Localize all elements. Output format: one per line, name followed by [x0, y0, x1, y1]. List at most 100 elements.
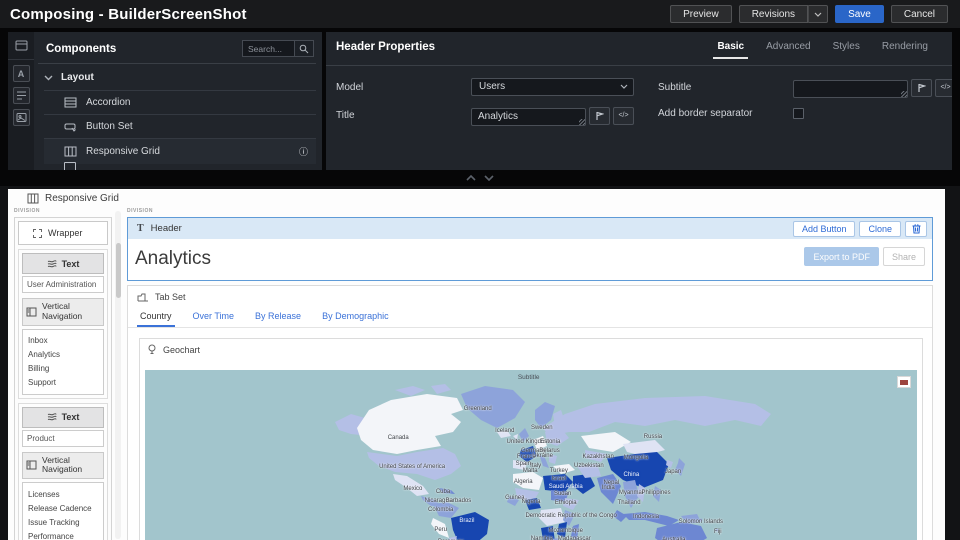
expression-editor-button[interactable] — [589, 107, 610, 125]
text-value[interactable]: User Administration — [22, 276, 104, 293]
map-country-label: Cuba — [436, 489, 450, 495]
model-select[interactable]: Users — [471, 78, 634, 96]
section-label: Layout — [61, 72, 94, 83]
text-category-icon[interactable]: A — [13, 65, 30, 82]
model-label: Model — [336, 82, 471, 93]
nav-item[interactable]: Support — [28, 376, 98, 390]
map-country-label: India — [602, 485, 615, 491]
responsive-grid-root[interactable]: Responsive Grid — [8, 189, 945, 208]
chevron-down-icon — [814, 12, 822, 17]
add-button-action[interactable]: Add Button — [793, 221, 856, 237]
components-panel-body: Components Layout Accordion Button Set R… — [34, 32, 322, 170]
component-item-button-set[interactable]: Button Set — [44, 114, 316, 138]
map-country-label: Saudi Arabia — [549, 484, 583, 490]
cancel-button[interactable]: Cancel — [891, 5, 948, 23]
map-country-label: Spain — [516, 461, 531, 467]
chart-menu-icon[interactable] — [897, 376, 911, 388]
collapse-up-icon[interactable] — [466, 175, 476, 181]
layout-section-header[interactable]: Layout — [34, 64, 322, 90]
collapse-down-icon[interactable] — [484, 175, 494, 181]
header-component-selected[interactable]: T Header Add Button Clone Analytics Expo… — [127, 217, 933, 281]
vertical-navigation-component[interactable]: Vertical Navigation — [22, 298, 104, 326]
tab-country[interactable]: Country — [140, 311, 172, 327]
map-country-label: Brazil — [459, 518, 474, 524]
navigation-items: Licenses Release Cadence Issue Tracking … — [22, 482, 104, 540]
subtitle-input[interactable] — [793, 80, 908, 98]
title-input[interactable] — [471, 108, 586, 126]
search-button[interactable] — [294, 40, 314, 57]
tab-by-demographic[interactable]: By Demographic — [322, 311, 389, 327]
tab-by-release[interactable]: By Release — [255, 311, 301, 327]
responsive-grid-icon — [64, 146, 77, 157]
map-country-label: Democratic Republic of the Congo — [525, 513, 616, 519]
text-component[interactable]: Text — [22, 407, 104, 428]
revisions-button[interactable]: Revisions — [739, 5, 808, 23]
map-country-label: Mexico — [403, 486, 422, 492]
save-button[interactable]: Save — [835, 5, 884, 23]
text-value[interactable]: Product — [22, 430, 104, 447]
nav-item[interactable]: Billing — [28, 362, 98, 376]
nav-item[interactable]: Performance — [28, 529, 98, 540]
code-view-button[interactable]: </> — [935, 79, 952, 97]
geochart-component[interactable]: Geochart — [139, 338, 923, 540]
revisions-split-button: Revisions — [739, 5, 828, 23]
chevron-down-icon — [44, 75, 53, 81]
navigation-items: Inbox Analytics Billing Support — [22, 329, 104, 395]
preview-button[interactable]: Preview — [670, 5, 732, 23]
tab-basic[interactable]: Basic — [717, 41, 744, 62]
nav-item[interactable]: Release Cadence — [28, 501, 98, 515]
text-component[interactable]: Text — [22, 253, 104, 274]
tab-advanced[interactable]: Advanced — [766, 41, 810, 62]
delete-component-button[interactable] — [905, 221, 927, 237]
map-country-label: United States of America — [379, 464, 445, 470]
components-panel: A Components Layout Accordion — [8, 32, 322, 170]
border-separator-label: Add border separator — [658, 108, 793, 119]
info-icon[interactable]: ⓘ — [299, 145, 308, 158]
nav-item[interactable]: Analytics — [28, 348, 98, 362]
vertical-navigation-component[interactable]: Vertical Navigation — [22, 452, 104, 480]
components-panel-title: Components — [46, 43, 116, 55]
tab-rendering[interactable]: Rendering — [882, 41, 928, 62]
form-fields-category-icon[interactable] — [13, 87, 30, 104]
layout-category-icon[interactable] — [13, 37, 30, 54]
text-icon — [47, 413, 57, 421]
tab-styles[interactable]: Styles — [833, 41, 860, 62]
map-country-label: Madagascar — [558, 536, 591, 540]
map-country-label: Philippines — [642, 490, 671, 496]
properties-panel-title: Header Properties — [336, 41, 435, 53]
border-separator-checkbox[interactable] — [793, 108, 804, 119]
properties-panel: Header Properties Basic Advanced Styles … — [326, 32, 952, 170]
grid-division-right: DIVISION T Header Add Button Clone Analy… — [127, 208, 933, 540]
chevron-down-icon — [620, 84, 628, 89]
page-title: Analytics — [135, 248, 211, 270]
title-label: Title — [336, 110, 471, 121]
map-country-label: Russia — [644, 434, 662, 440]
trash-icon — [912, 223, 921, 234]
canvas-frame: Responsive Grid DIVISION Wrapper Text Us… — [0, 186, 960, 540]
component-search-input[interactable] — [242, 40, 294, 57]
code-view-button[interactable]: </> — [613, 107, 634, 125]
component-item-responsive-grid[interactable]: Responsive Grid ⓘ — [44, 138, 316, 164]
nav-item[interactable]: Issue Tracking — [28, 515, 98, 529]
button-set-icon — [64, 122, 77, 132]
share-button[interactable]: Share — [883, 247, 925, 266]
tabset-tabs: Country Over Time By Release By Demograp… — [128, 302, 932, 328]
nav-item[interactable]: Inbox — [28, 334, 98, 348]
expression-editor-button[interactable] — [911, 79, 932, 97]
media-category-icon[interactable] — [13, 109, 30, 126]
export-to-pdf-button[interactable]: Export to PDF — [804, 247, 879, 266]
component-item-accordion[interactable]: Accordion — [44, 90, 316, 114]
text-icon — [47, 260, 57, 268]
wrapper-component[interactable]: Wrapper — [18, 221, 108, 245]
scrollbar-thumb[interactable] — [116, 243, 121, 298]
nav-item[interactable]: Licenses — [28, 487, 98, 501]
clone-action[interactable]: Clone — [859, 221, 901, 237]
tab-over-time[interactable]: Over Time — [193, 311, 235, 327]
map-country-label: Israel — [551, 476, 566, 482]
geochart-pin-icon — [147, 344, 157, 355]
tabset-component[interactable]: Tab Set Country Over Time By Release By … — [127, 285, 933, 540]
map-country-label: Estonia — [540, 439, 560, 445]
revisions-dropdown-button[interactable] — [808, 5, 828, 23]
map-country-label: Namibia — [531, 536, 553, 540]
expression-flag-icon — [595, 111, 604, 121]
